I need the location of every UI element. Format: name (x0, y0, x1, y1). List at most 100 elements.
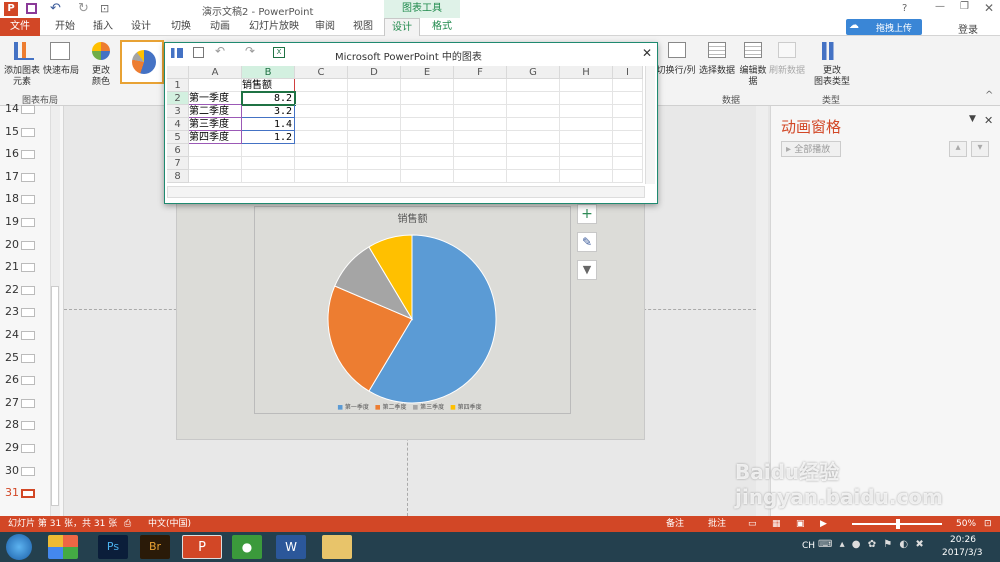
redo-icon[interactable]: ↻ (78, 1, 89, 16)
tab-insert[interactable]: 插入 (86, 18, 120, 36)
grid-cell[interactable]: 第三季度 (189, 118, 242, 131)
grid-cell[interactable] (295, 118, 348, 131)
start-button[interactable] (6, 534, 32, 560)
slide-thumbnail[interactable] (21, 195, 35, 205)
tab-home[interactable]: 开始 (48, 18, 82, 36)
column-header[interactable]: G (507, 66, 560, 79)
slideshow-view-icon[interactable]: ▶ (820, 516, 827, 532)
photoshop-icon[interactable]: Ps (98, 535, 128, 559)
column-header[interactable]: I (613, 66, 643, 79)
column-header[interactable]: E (401, 66, 454, 79)
grid-cell[interactable] (348, 157, 401, 170)
grid-cell[interactable] (454, 170, 507, 183)
zoom-thumb[interactable] (896, 519, 900, 529)
grid-cell[interactable] (348, 105, 401, 118)
slide-canvas[interactable]: 销售额 ■ 第一季度 ■ 第二季度 ■ 第三季度 ■ 第四季度 (176, 195, 645, 440)
notes-button[interactable]: 备注 (666, 516, 684, 532)
slide-thumbnail[interactable] (21, 421, 35, 431)
grid-corner[interactable] (167, 66, 189, 79)
grid-cell[interactable] (295, 170, 348, 183)
move-down-button[interactable]: ▾ (971, 141, 989, 157)
row-header[interactable]: 5 (167, 131, 189, 144)
pie-chart[interactable] (317, 224, 507, 414)
ime-indicator[interactable]: CH (802, 541, 815, 551)
grid-cell[interactable] (348, 118, 401, 131)
grid-cell[interactable] (295, 144, 348, 157)
sorter-view-icon[interactable]: ▦ (772, 516, 781, 532)
thumbs-scroll-thumb[interactable] (51, 286, 59, 506)
slide-thumbnail[interactable] (21, 376, 35, 386)
slide-thumbnail[interactable] (21, 444, 35, 453)
grid-cell[interactable] (401, 79, 454, 92)
chart-style-thumb[interactable] (120, 40, 164, 84)
taskbar-app-icon[interactable] (48, 535, 78, 559)
spellcheck-icon[interactable]: ⎙ (124, 516, 131, 532)
grid-cell[interactable] (613, 105, 643, 118)
chart-styles-brush-icon[interactable]: ✎ (577, 232, 597, 252)
tray-icons[interactable]: ⌨ ▴ ● ✿ ⚑ ◐ ✖ (818, 539, 926, 550)
grid-cell[interactable] (401, 170, 454, 183)
chart-elements-button[interactable]: + (577, 204, 597, 224)
tab-chart-design[interactable]: 设计 (384, 18, 420, 36)
refresh-data-button[interactable]: 刷新数据 (768, 66, 806, 77)
grid-cell[interactable]: 3.2 (242, 105, 295, 118)
grid-cell[interactable] (295, 131, 348, 144)
switch-rowcol-button[interactable]: 切换行/列 (654, 66, 698, 77)
slide-thumbnail[interactable] (21, 218, 35, 227)
fit-slide-icon[interactable]: ⊡ (984, 516, 992, 532)
column-header[interactable]: D (348, 66, 401, 79)
zoom-level[interactable]: 50% (956, 516, 976, 532)
slide-thumbnail[interactable] (21, 105, 35, 114)
move-up-button[interactable]: ▴ (949, 141, 967, 157)
explorer-icon[interactable] (322, 535, 352, 559)
grid-cell[interactable] (401, 144, 454, 157)
grid-cell[interactable] (189, 170, 242, 183)
wechat-icon[interactable]: ● (232, 535, 262, 559)
grid-cell[interactable] (348, 92, 401, 105)
grid-cell[interactable] (454, 79, 507, 92)
save-icon[interactable] (26, 3, 37, 14)
add-chart-element-button[interactable]: 添加图表 元素 (2, 66, 42, 88)
edit-data-button[interactable]: 编辑数 据 (736, 66, 770, 88)
datawin-excel-icon[interactable]: X (273, 47, 285, 58)
row-header[interactable]: 7 (167, 157, 189, 170)
language-indicator[interactable]: 中文(中国) (148, 516, 191, 532)
grid-cell[interactable] (560, 79, 613, 92)
grid-cell[interactable] (454, 118, 507, 131)
grid-cell[interactable] (295, 157, 348, 170)
collapse-ribbon-icon[interactable]: ^ (985, 90, 993, 101)
grid-cell[interactable] (189, 79, 242, 92)
spreadsheet-grid[interactable]: A B C D E F G H I 1 销售额 2 第一季度 8.2 3 第二季度 3.2 4 第三季度 1.4 5 第四… (167, 66, 645, 184)
grid-cell[interactable] (507, 118, 560, 131)
clock-date[interactable]: 2017/3/3 (942, 548, 982, 558)
tab-animations[interactable]: 动画 (203, 18, 237, 36)
minimize-icon[interactable]: — (935, 1, 945, 12)
close-icon[interactable]: ✕ (984, 1, 994, 15)
grid-cell[interactable] (401, 105, 454, 118)
grid-cell[interactable] (613, 92, 643, 105)
tab-file[interactable]: 文件 (0, 18, 40, 36)
grid-cell[interactable] (295, 79, 348, 92)
grid-cell[interactable]: 第一季度 (189, 92, 242, 105)
tab-review[interactable]: 审阅 (308, 18, 342, 36)
datawin-redo-icon[interactable]: ↷ (245, 44, 255, 58)
slide-thumbnail[interactable] (21, 127, 35, 137)
grid-cell[interactable] (348, 144, 401, 157)
slide-thumbnail[interactable] (21, 172, 35, 182)
grid-cell[interactable] (401, 118, 454, 131)
grid-cell[interactable] (507, 105, 560, 118)
grid-cell[interactable] (454, 92, 507, 105)
row-header[interactable]: 4 (167, 118, 189, 131)
play-all-button[interactable]: ▸ 全部播放 (781, 141, 841, 157)
chart-data-window[interactable]: ↶ ↷ X Microsoft PowerPoint 中的图表 ✕ ABCDEF… (164, 42, 658, 204)
grid-cell[interactable] (454, 157, 507, 170)
grid-cell[interactable] (507, 170, 560, 183)
row-header[interactable]: 2 (167, 92, 189, 105)
grid-cell[interactable] (507, 79, 560, 92)
legend-item[interactable]: ■ 第三季度 (413, 404, 445, 411)
grid-cell[interactable] (348, 170, 401, 183)
datawin-vscroll[interactable] (645, 66, 655, 184)
grid-cell[interactable] (401, 131, 454, 144)
slide-thumbnail[interactable] (21, 489, 35, 499)
slideshow-icon[interactable]: ⊡ (100, 2, 109, 15)
